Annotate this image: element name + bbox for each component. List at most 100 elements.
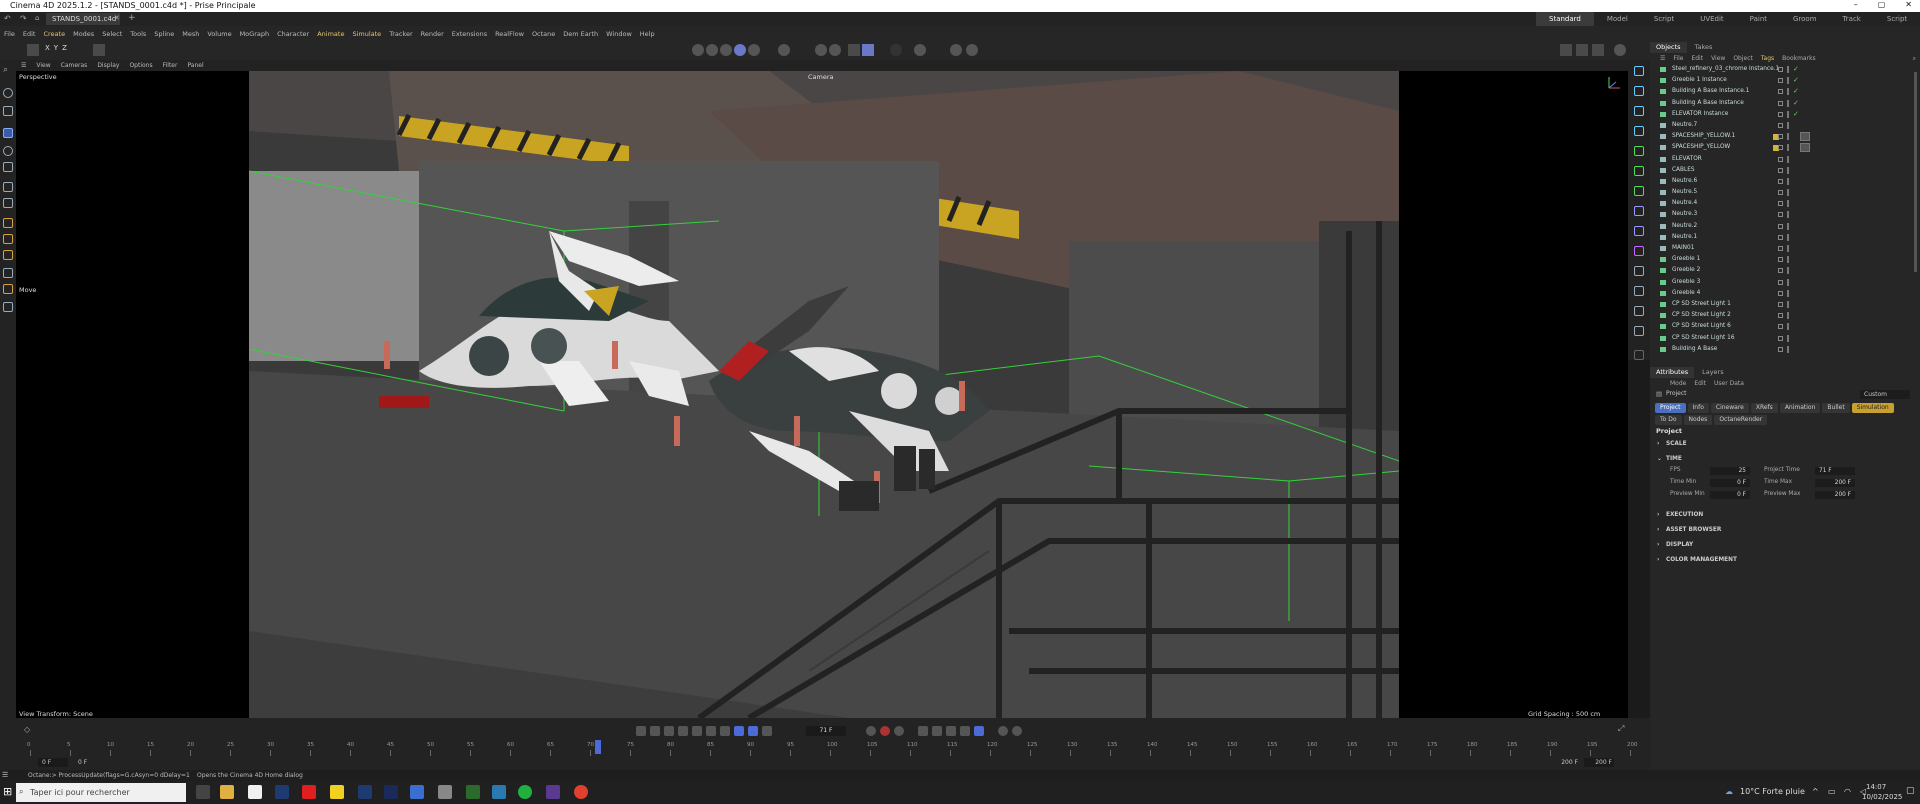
object-row[interactable]: SPACESHIP_YELLOW.1 (1650, 131, 1920, 142)
render-dots[interactable] (1787, 256, 1789, 264)
perspective-viewport[interactable]: Perspective Camera Move View Transform: … (16, 71, 1628, 718)
enabled-check-icon[interactable]: ✓ (1793, 109, 1799, 120)
paint-icon[interactable] (3, 284, 13, 294)
weather-text[interactable]: 10°C Forte pluie (1740, 787, 1805, 796)
object-row[interactable]: Neutre.1 (1650, 232, 1920, 243)
time-min-field[interactable]: 0 F (1710, 479, 1750, 487)
snap-icon[interactable] (815, 44, 827, 56)
visibility-toggle[interactable] (1778, 145, 1783, 151)
youtube-icon[interactable] (302, 785, 316, 799)
menu-item[interactable]: MoGraph (236, 26, 274, 42)
render-dots[interactable] (1787, 166, 1789, 174)
attribute-section[interactable]: ⌄ TIME (1650, 452, 1682, 467)
object-row[interactable]: Building A Base (1650, 344, 1920, 355)
objects-menu-item[interactable]: File (1669, 53, 1687, 64)
object-row[interactable]: Neutre.3 (1650, 209, 1920, 220)
menu-item[interactable]: Tools (126, 26, 150, 42)
magnet-icon[interactable] (3, 302, 13, 312)
enabled-check-icon[interactable]: ✓ (1793, 75, 1799, 86)
text-icon[interactable] (1634, 126, 1644, 136)
render-queue-icon[interactable] (748, 44, 760, 56)
coordinate-system-icon[interactable] (93, 44, 105, 56)
snap-settings-icon[interactable] (829, 44, 841, 56)
cube-icon[interactable] (1634, 66, 1644, 76)
deformer-icon[interactable] (1634, 146, 1644, 156)
attributes-tab[interactable]: Layers (1696, 367, 1730, 378)
octane-icon[interactable] (1614, 44, 1626, 56)
range-icon[interactable] (748, 726, 758, 736)
scale-icon[interactable] (3, 162, 13, 172)
cinema4d-icon[interactable] (384, 785, 398, 799)
object-row[interactable]: CABLES (1650, 165, 1920, 176)
app-2-icon[interactable] (438, 785, 452, 799)
scene-icon[interactable] (1634, 206, 1644, 216)
attribute-section[interactable]: › SCALE (1650, 437, 1687, 452)
object-row[interactable]: Neutre.5 (1650, 187, 1920, 198)
objects-tab[interactable]: Objects (1650, 42, 1687, 53)
redo-icon[interactable]: ↷ (20, 14, 27, 23)
grid-icon[interactable] (848, 44, 860, 56)
render-settings-icon[interactable] (720, 44, 732, 56)
visibility-toggle[interactable] (1778, 67, 1783, 72)
render-icon[interactable] (706, 44, 718, 56)
menu-item[interactable]: Extensions (448, 26, 491, 42)
tray-chevron-icon[interactable]: ^ (1812, 787, 1819, 796)
attributes-subtab[interactable]: Info (1687, 403, 1709, 413)
field-icon[interactable] (1634, 186, 1644, 196)
object-row[interactable]: ELEVATOR Instance ✓ (1650, 109, 1920, 120)
rotation-key-icon[interactable] (932, 726, 942, 736)
layout-tab[interactable]: Groom (1780, 12, 1830, 26)
photoshop-2-icon[interactable] (358, 785, 372, 799)
render-view-icon[interactable] (692, 44, 704, 56)
project-time-field[interactable]: 71 F (1815, 467, 1855, 475)
render-dots[interactable] (1787, 77, 1789, 85)
keyframe-selection-icon[interactable] (894, 726, 904, 736)
workplane-icon[interactable] (862, 44, 874, 56)
enabled-check-icon[interactable]: ✓ (1793, 64, 1799, 75)
viewport-solo-icon[interactable] (950, 44, 962, 56)
layout-tab[interactable]: Model (1594, 12, 1641, 26)
range-end-field[interactable]: 200 F (1550, 758, 1580, 767)
viewport-menu-item[interactable]: Filter (158, 60, 183, 71)
visibility-toggle[interactable] (1778, 201, 1783, 207)
current-frame-field[interactable]: 71 F (806, 726, 846, 736)
search-icon[interactable]: ⌕ (3, 65, 8, 75)
render-dots[interactable] (1787, 66, 1789, 73)
render-dots[interactable] (1787, 334, 1789, 342)
store-icon[interactable] (248, 785, 262, 799)
speed-icon[interactable] (762, 726, 772, 736)
attributes-subtab[interactable]: Nodes (1683, 415, 1713, 425)
goto-end-icon[interactable] (720, 726, 730, 736)
prev-key-icon[interactable] (650, 726, 660, 736)
render-dots[interactable] (1787, 144, 1789, 152)
visibility-toggle[interactable] (1778, 111, 1783, 117)
floor-icon[interactable] (1634, 266, 1644, 276)
visibility-toggle[interactable] (1778, 190, 1783, 196)
render-dots[interactable] (1787, 289, 1789, 297)
attributes-menu-item[interactable]: Edit (1690, 378, 1710, 389)
visibility-toggle[interactable] (1778, 100, 1783, 106)
layout-tab[interactable]: Standard (1536, 12, 1594, 26)
range-start-field[interactable]: 0 F (38, 758, 68, 767)
live-selection-icon[interactable] (3, 88, 13, 98)
layout-tab[interactable]: UVEdit (1687, 12, 1736, 26)
task-view-icon[interactable] (196, 785, 210, 799)
menu-item[interactable]: Window (602, 26, 636, 42)
viewport-menu-item[interactable]: Cameras (56, 60, 93, 71)
home-icon[interactable]: ⌂ (35, 14, 39, 22)
object-row[interactable]: Building A Base Instance.1 ✓ (1650, 86, 1920, 97)
render-dots[interactable] (1787, 133, 1789, 141)
play-icon[interactable] (678, 726, 688, 736)
layout-icon[interactable] (1560, 44, 1572, 56)
render-dots[interactable] (1787, 200, 1789, 208)
enabled-check-icon[interactable]: ✓ (1793, 98, 1799, 109)
pla-key-icon[interactable] (974, 726, 984, 736)
object-row[interactable]: CP SD Street Light 6 (1650, 321, 1920, 332)
menu-item[interactable]: Spline (150, 26, 178, 42)
visibility-toggle[interactable] (1778, 122, 1783, 128)
visibility-toggle[interactable] (1778, 178, 1783, 184)
physical-sky-icon[interactable] (1634, 306, 1644, 316)
sketch-icon[interactable] (3, 234, 13, 244)
render-dots[interactable] (1787, 211, 1789, 219)
menu-item[interactable]: Volume (203, 26, 235, 42)
